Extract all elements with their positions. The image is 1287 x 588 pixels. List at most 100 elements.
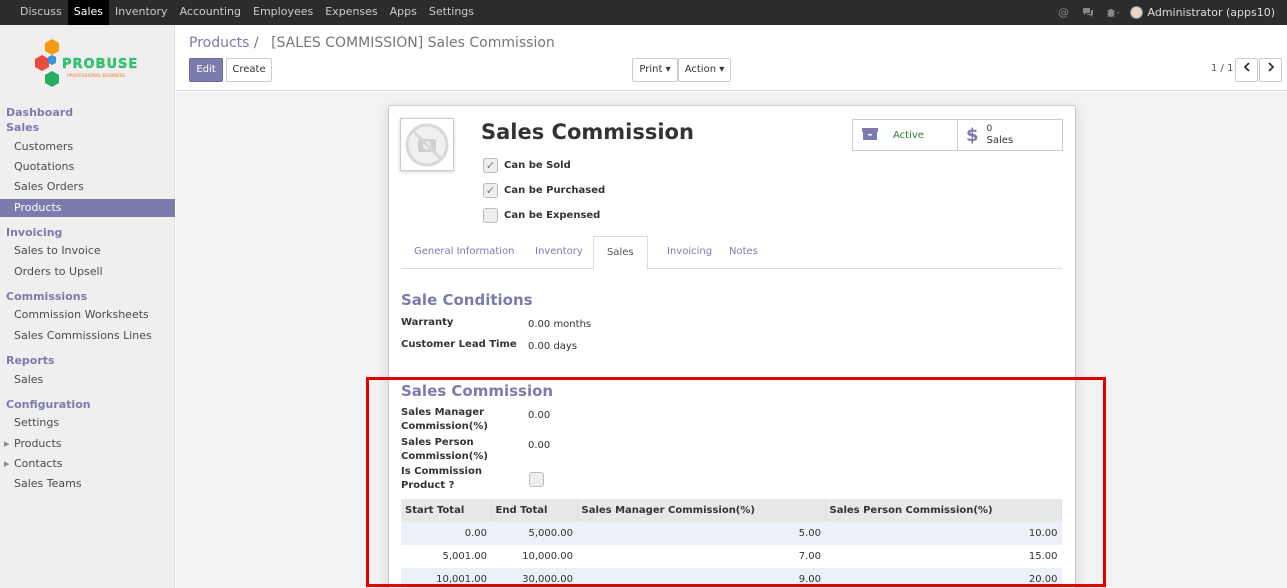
user-menu[interactable]: Administrator (apps10) (1129, 6, 1276, 19)
breadcrumb-current: [SALES COMMISSION] Sales Commission (271, 35, 555, 51)
lead-time-label: Customer Lead Time (401, 339, 517, 350)
cell-end-total: 30,000.00 (491, 568, 577, 588)
menu-apps[interactable]: Apps (384, 0, 423, 25)
avatar (1129, 6, 1143, 19)
is-commission-label-line1: Is Commission (401, 466, 482, 477)
menu-settings[interactable]: Settings (423, 0, 480, 25)
systray: @ Administrator (apps10) (1058, 0, 1276, 25)
breadcrumb-separator: / (253, 35, 259, 51)
form-view-area: Sales Commission ✓ Can be Sold ✓ Can be … (176, 92, 1287, 588)
can-be-expensed-checkbox[interactable] (483, 208, 498, 223)
table-row[interactable]: 10,001.00 30,000.00 9.00 20.00 (401, 568, 1062, 588)
sidebar-section-invoicing: Invoicing (6, 226, 63, 239)
menu-inventory[interactable]: Inventory (109, 0, 174, 25)
person-commission-label-line2: Commission(%) (401, 451, 488, 462)
sales-label: Sales (986, 135, 1014, 146)
manager-commission-value[interactable]: 0.00 (528, 410, 550, 421)
is-commission-product-checkbox[interactable] (529, 472, 544, 487)
bug-icon[interactable] (1106, 7, 1119, 19)
breadcrumb-products-link[interactable]: Products (189, 35, 249, 51)
sale-conditions-title: Sale Conditions (401, 291, 533, 309)
manager-commission-label-line2: Commission(%) (401, 421, 488, 432)
pager-next-button[interactable] (1259, 58, 1282, 82)
warranty-value[interactable]: 0.00 months (528, 319, 591, 330)
sidebar-item-customers[interactable]: Customers (0, 138, 175, 156)
action-dropdown[interactable]: Action ▾ (678, 58, 731, 82)
sales-smart-button[interactable]: $ 0 Sales (957, 120, 1062, 150)
sidebar-item-config-products[interactable]: Products (0, 435, 175, 453)
archive-icon (861, 127, 879, 144)
sidebar-item-sales-commissions-lines[interactable]: Sales Commissions Lines (0, 327, 175, 345)
table-row[interactable]: 5,001.00 10,000.00 7.00 15.00 (401, 545, 1062, 568)
tab-inventory[interactable]: Inventory (522, 236, 596, 269)
menu-employees[interactable]: Employees (247, 0, 319, 25)
main-menu: Discuss Sales Inventory Accounting Emplo… (14, 0, 480, 25)
caret-down-icon: ▾ (719, 64, 725, 75)
column-start-total[interactable]: Start Total (401, 499, 492, 522)
column-manager-commission[interactable]: Sales Manager Commission(%) (577, 499, 826, 522)
at-icon[interactable]: @ (1058, 6, 1070, 19)
sidebar-item-sales-to-invoice[interactable]: Sales to Invoice (0, 242, 175, 260)
can-be-purchased-row: ✓ Can be Purchased (483, 183, 605, 198)
cell-manager-commission: 7.00 (798, 551, 821, 562)
person-commission-value[interactable]: 0.00 (528, 440, 550, 451)
sidebar-item-settings[interactable]: Settings (0, 414, 175, 432)
sidebar-item-reports-sales[interactable]: Sales (0, 371, 175, 389)
chevron-left-icon (1243, 62, 1251, 75)
product-image[interactable] (400, 118, 454, 171)
sidebar-item-products[interactable]: Products (0, 199, 175, 217)
sidebar-item-commission-worksheets[interactable]: Commission Worksheets (0, 306, 175, 324)
cell-end-total: 5,000.00 (491, 522, 577, 545)
sales-commission-title: Sales Commission (401, 382, 554, 400)
is-commission-product-label: Is Commission Product ? (401, 465, 482, 493)
menu-sales[interactable]: Sales (67, 0, 110, 25)
can-be-purchased-checkbox[interactable]: ✓ (483, 183, 498, 198)
sidebar-item-contacts[interactable]: Contacts (0, 455, 175, 473)
sales-count: 0 (986, 124, 993, 134)
menu-accounting[interactable]: Accounting (174, 0, 247, 25)
sidebar-item-sales-teams[interactable]: Sales Teams (0, 475, 175, 493)
table-header-row: Start Total End Total Sales Manager Comm… (401, 499, 1062, 522)
tab-notes[interactable]: Notes (716, 236, 771, 269)
notebook-tabs: General Information Inventory Sales Invo… (401, 236, 1062, 270)
cell-start-total: 5,001.00 (442, 551, 487, 562)
cell-end-total: 10,000.00 (522, 551, 573, 562)
table-row[interactable]: 0.00 5,000.00 5.00 10.00 (401, 522, 1062, 545)
top-navbar: Discuss Sales Inventory Accounting Emplo… (0, 0, 1287, 25)
sidebar-item-orders-to-upsell[interactable]: Orders to Upsell (0, 263, 175, 281)
can-be-expensed-label: Can be Expensed (504, 210, 601, 221)
print-dropdown[interactable]: Print ▾ (632, 58, 678, 82)
warranty-label: Warranty (401, 317, 454, 328)
manager-commission-label: Sales Manager Commission(%) (401, 406, 488, 434)
person-commission-label: Sales Person Commission(%) (401, 436, 488, 464)
active-label: Active (893, 129, 924, 141)
user-name: Administrator (apps10) (1147, 6, 1276, 19)
sidebar-section-sales: Sales (6, 121, 40, 134)
sidebar-item-quotations[interactable]: Quotations (0, 158, 175, 176)
edit-button[interactable]: Edit (189, 58, 223, 82)
column-person-commission[interactable]: Sales Person Commission(%) (825, 499, 1062, 522)
pager-value[interactable]: 1 / 1 (1211, 63, 1233, 74)
sidebar-item-sales-orders[interactable]: Sales Orders (0, 178, 175, 196)
tab-general-information[interactable]: General Information (401, 236, 527, 269)
tab-sales[interactable]: Sales (593, 236, 648, 270)
person-commission-label-line1: Sales Person (401, 437, 474, 448)
chat-icon[interactable] (1082, 7, 1094, 19)
sidebar-section-configuration: Configuration (6, 398, 91, 411)
breadcrumb: Products / [SALES COMMISSION] Sales Comm… (189, 35, 555, 51)
column-end-total[interactable]: End Total (491, 499, 578, 522)
sidebar-section-dashboard[interactable]: Dashboard (6, 106, 73, 119)
cell-start-total: 0.00 (401, 522, 491, 545)
sidebar: PROBUSE PROFESSIONAL BUSINESS Dashboard … (0, 25, 175, 588)
lead-time-value[interactable]: 0.00 days (528, 341, 577, 352)
svg-text:PROBUSE: PROBUSE (62, 57, 138, 72)
create-button[interactable]: Create (226, 58, 272, 82)
product-name[interactable]: Sales Commission (481, 120, 694, 144)
active-toggle-button[interactable]: Active (853, 120, 957, 150)
menu-expenses[interactable]: Expenses (319, 0, 383, 25)
can-be-sold-checkbox[interactable]: ✓ (483, 158, 498, 173)
pager-previous-button[interactable] (1235, 58, 1258, 82)
tab-invoicing[interactable]: Invoicing (654, 236, 725, 269)
cell-person-commission: 15.00 (1028, 551, 1058, 562)
menu-discuss[interactable]: Discuss (14, 0, 68, 25)
